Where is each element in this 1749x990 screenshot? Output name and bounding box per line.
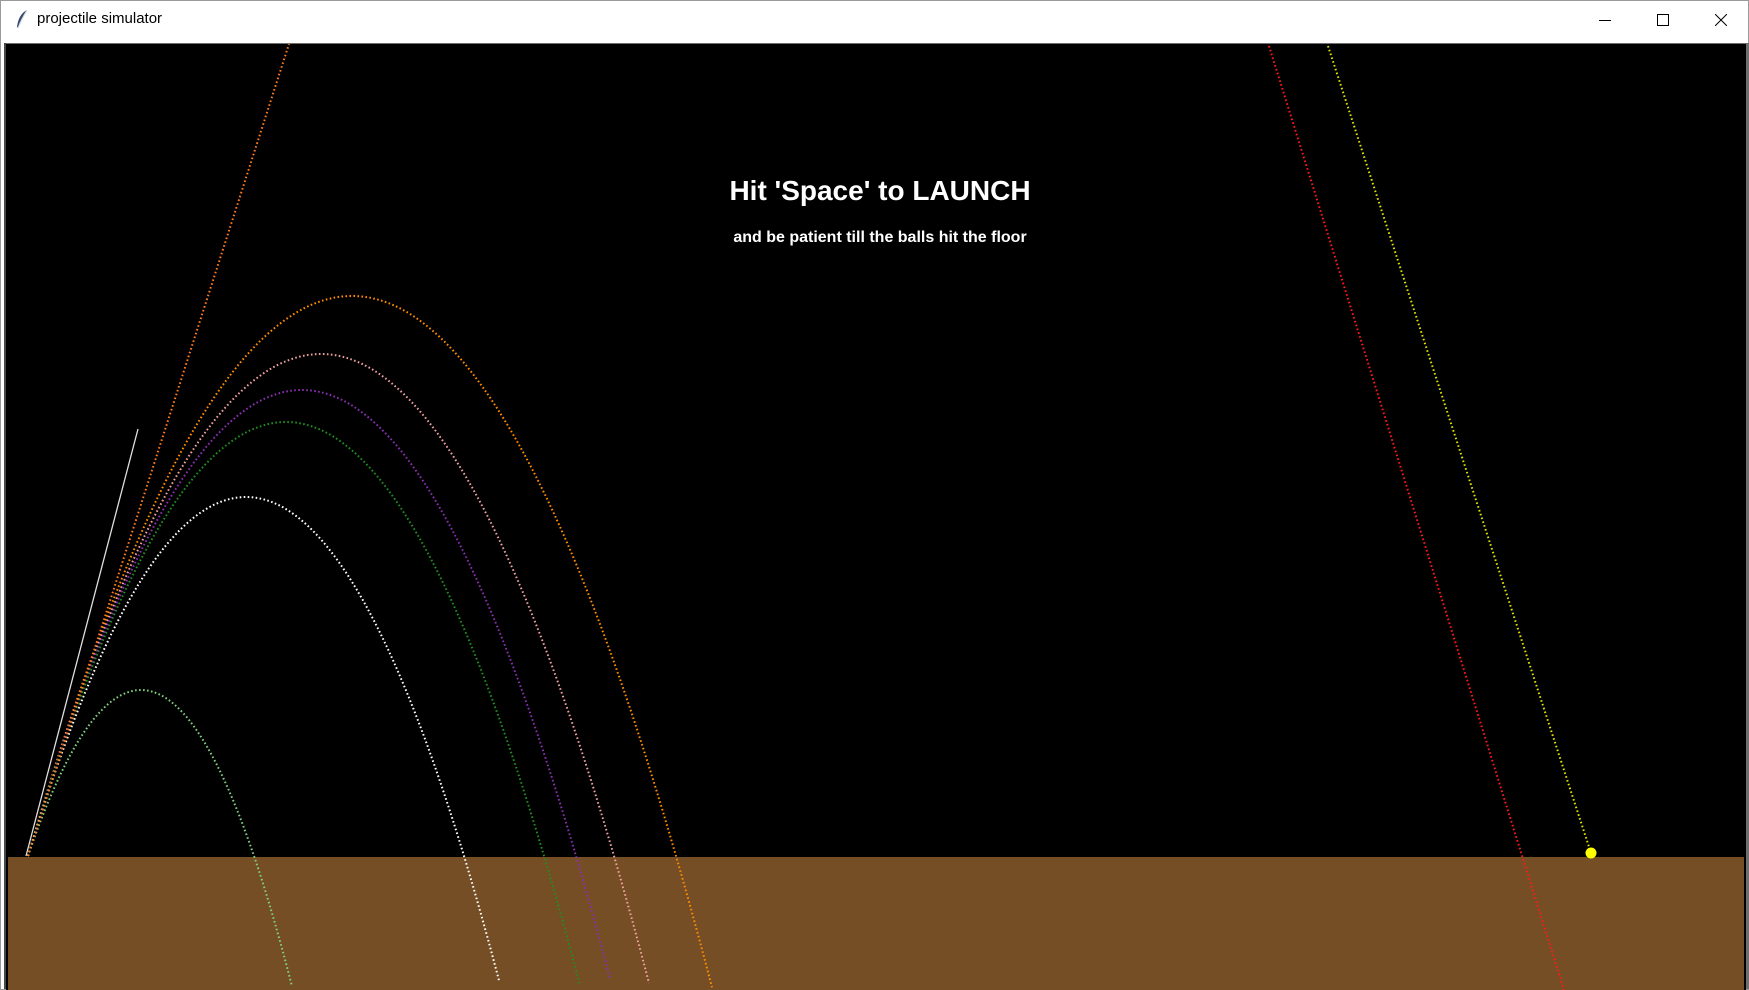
minimize-icon <box>1599 19 1611 21</box>
trajectory-yellow <box>1327 45 1592 854</box>
maximize-button[interactable] <box>1634 1 1692 38</box>
projectile-ball <box>1585 847 1597 859</box>
simulation-canvas[interactable]: Hit 'Space' to LAUNCH and be patient til… <box>6 43 1746 990</box>
trajectory-steep-orange <box>27 44 290 857</box>
window-title: projectile simulator <box>37 10 163 27</box>
launcher-line <box>25 428 139 857</box>
floor <box>8 857 1744 990</box>
maximize-icon <box>1657 13 1669 26</box>
feather-icon <box>15 9 29 29</box>
title-bar[interactable]: projectile simulator <box>1 1 1748 38</box>
launch-instruction-heading: Hit 'Space' to LAUNCH <box>729 175 1031 206</box>
close-icon <box>1715 13 1727 26</box>
launch-instruction-subtext: and be patient till the balls hit the fl… <box>733 229 1027 246</box>
minimize-button[interactable] <box>1576 1 1634 38</box>
close-button[interactable] <box>1692 1 1749 38</box>
app-window: projectile simulator Hit 'Space' to LAUN… <box>0 0 1749 990</box>
